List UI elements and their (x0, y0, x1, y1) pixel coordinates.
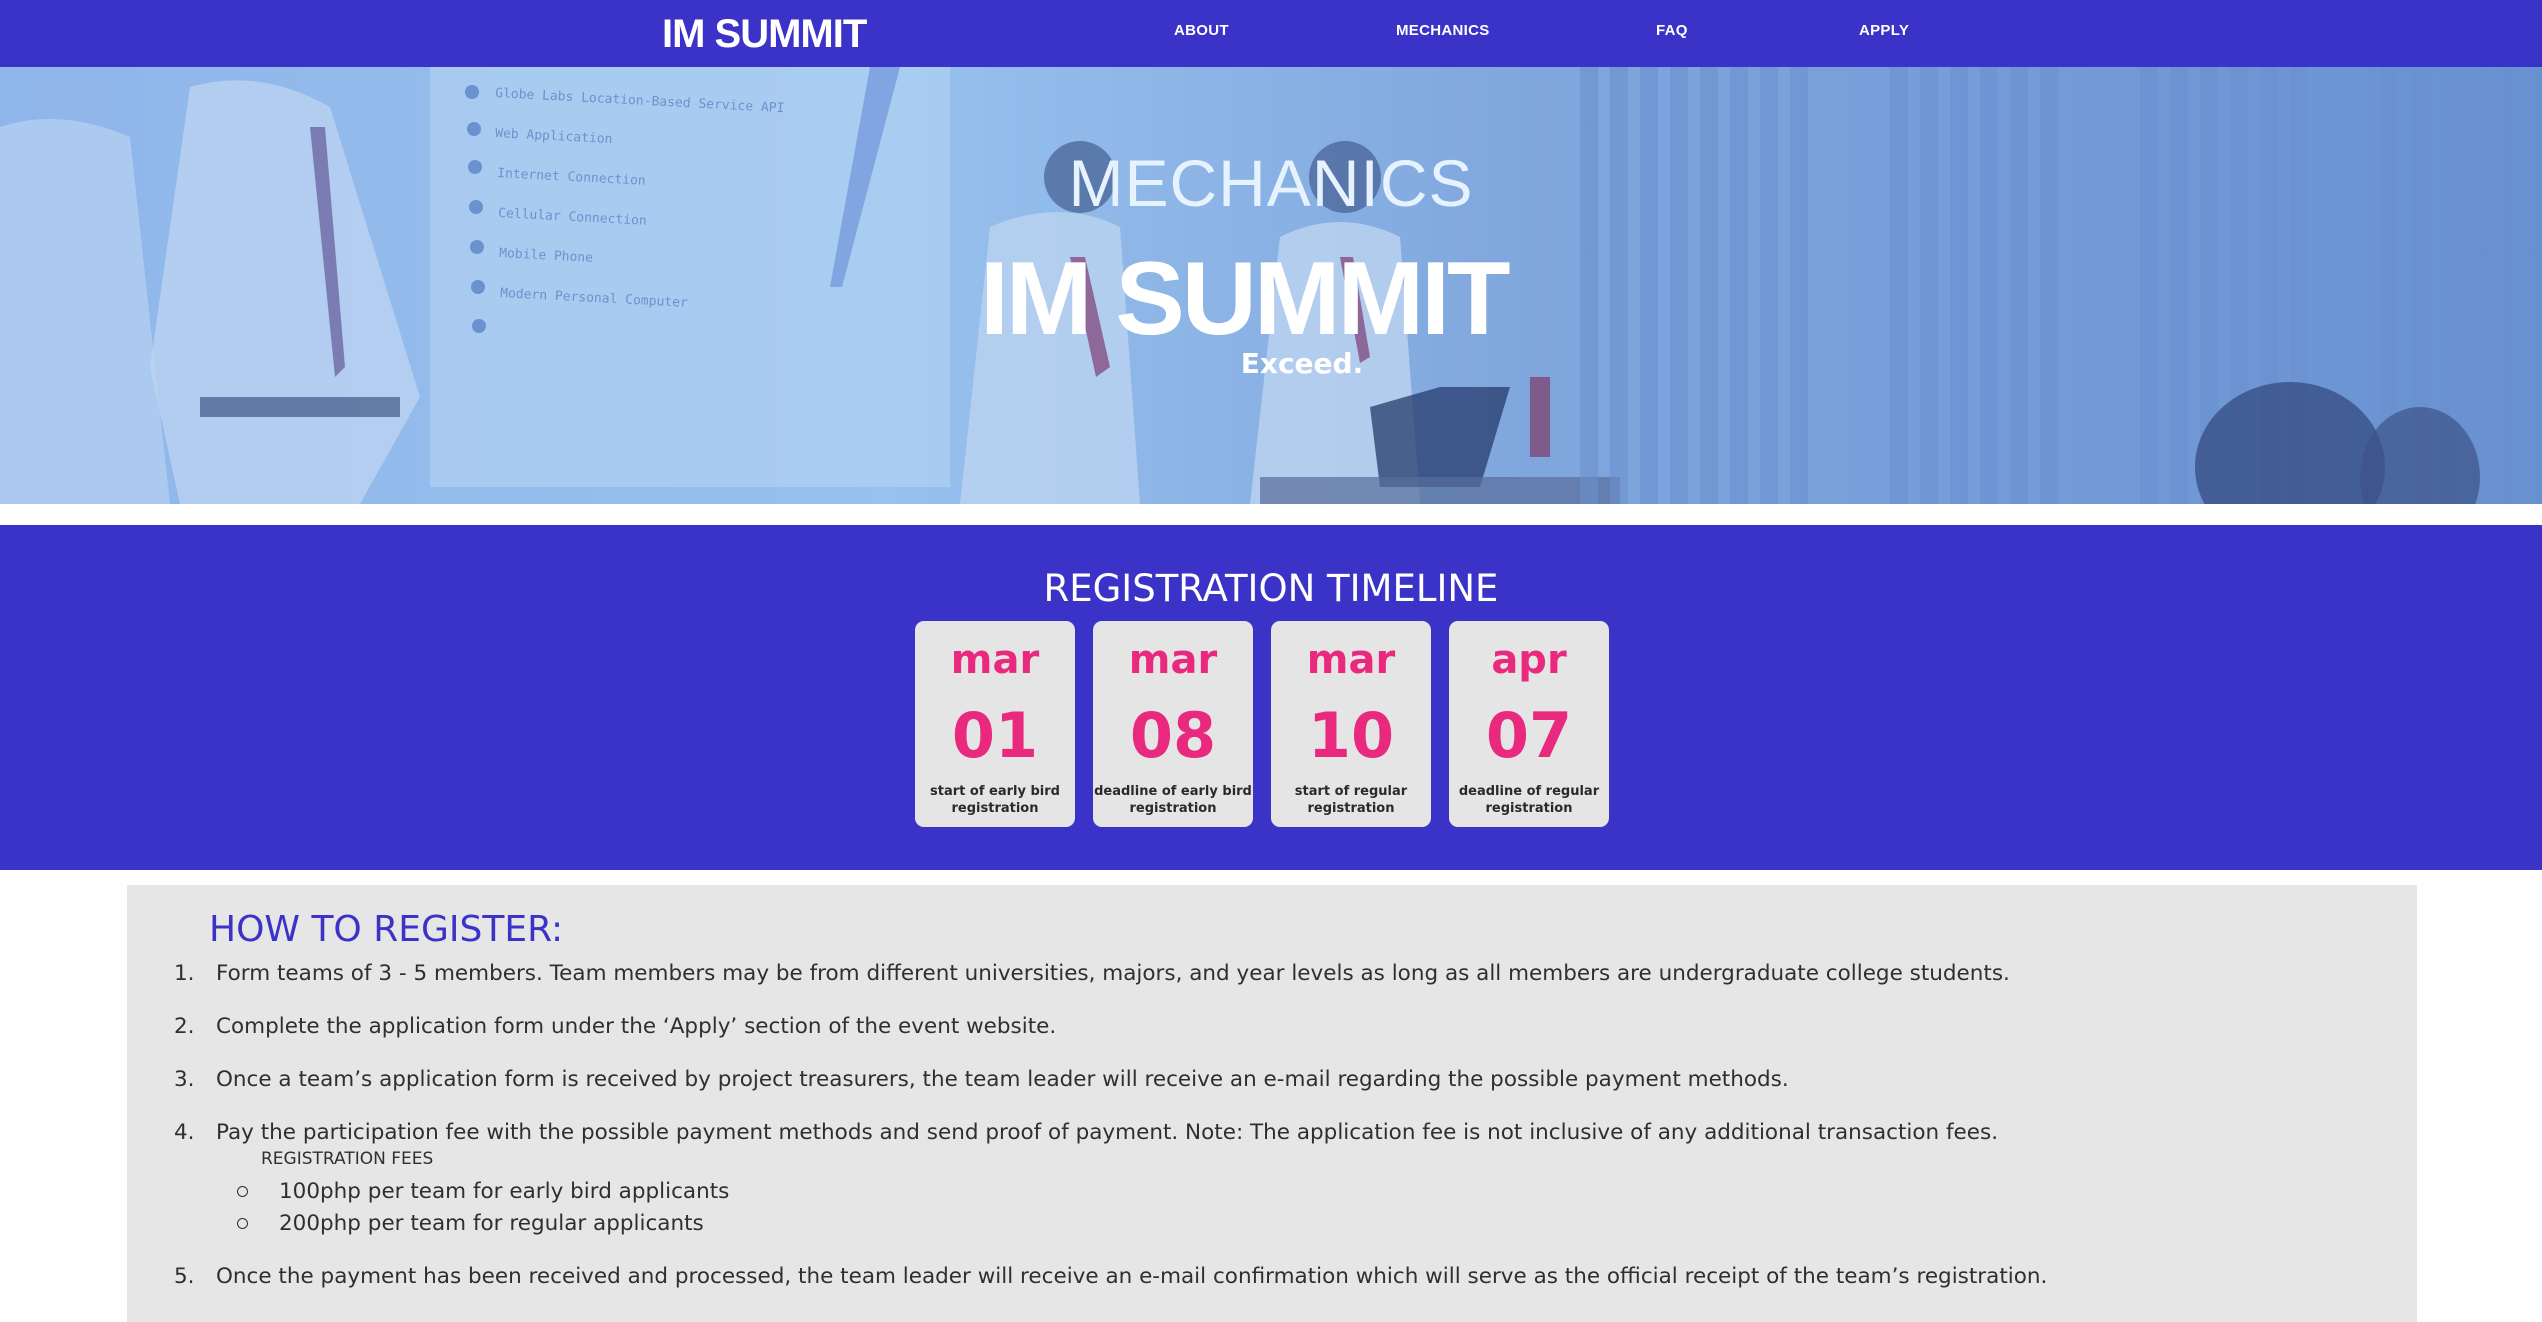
card-month: mar (1306, 637, 1396, 683)
card-description-line: deadline of early bird (1094, 784, 1252, 799)
registration-fees-heading: REGISTRATION FEES (261, 1149, 434, 1169)
timeline-card: mar 08 deadline of early bird registrati… (1093, 621, 1253, 827)
fee-text: 200php per team for regular applicants (279, 1211, 704, 1236)
card-month: mar (950, 637, 1040, 683)
top-navbar: IM SUMMIT ABOUT MECHANICS FAQ APPLY (0, 0, 2542, 67)
circle-bullet-icon (237, 1218, 248, 1229)
how-to-register-section: HOW TO REGISTER: 1. Form teams of 3 - 5 … (127, 885, 2417, 1322)
im-summit-logo[interactable]: IM SUMMIT (660, 8, 920, 58)
card-description-line: registration (1307, 801, 1395, 816)
step-number: 4. (174, 1120, 195, 1145)
step-text: Complete the application form under the … (216, 1014, 1057, 1039)
card-day: 07 (1485, 699, 1573, 772)
step-text: Once the payment has been received and p… (216, 1264, 2048, 1289)
card-month: apr (1491, 637, 1567, 683)
timeline-card: mar 01 start of early bird registration (915, 621, 1075, 827)
step-number: 1. (174, 961, 195, 986)
hero-im-summit-logo: IM SUMMIT (980, 241, 1513, 349)
step-text: Pay the participation fee with the possi… (216, 1120, 1999, 1145)
nav-link-about[interactable]: ABOUT (1174, 22, 1229, 39)
how-to-register-title: HOW TO REGISTER: (209, 909, 564, 950)
card-description-line: registration (1485, 801, 1573, 816)
card-description: deadline of regular registration (1449, 783, 1609, 817)
hero-tagline: Exceed. (1240, 347, 1364, 380)
nav-link-mechanics[interactable]: MECHANICS (1396, 22, 1490, 39)
card-description-line: registration (1129, 801, 1217, 816)
timeline-card: mar 10 start of regular registration (1271, 621, 1431, 827)
card-month: mar (1128, 637, 1218, 683)
card-description: deadline of early bird registration (1093, 783, 1253, 817)
svg-text:IM SUMMIT: IM SUMMIT (980, 241, 1510, 349)
step-number: 5. (174, 1264, 195, 1289)
step-number: 3. (174, 1067, 195, 1092)
card-description-line: registration (951, 801, 1039, 816)
card-day: 08 (1129, 699, 1217, 772)
step-number: 2. (174, 1014, 195, 1039)
card-description: start of regular registration (1271, 783, 1431, 817)
hero-title: MECHANICS (1068, 146, 1474, 220)
registration-timeline-section: REGISTRATION TIMELINE mar 01 start of ea… (0, 525, 2542, 870)
step-text: Once a team’s application form is receiv… (216, 1067, 1789, 1092)
circle-bullet-icon (237, 1186, 248, 1197)
step-text: Form teams of 3 - 5 members. Team member… (216, 961, 2010, 986)
card-description-line: start of regular (1294, 784, 1408, 799)
timeline-card: apr 07 deadline of regular registration (1449, 621, 1609, 827)
card-description-line: start of early bird (930, 784, 1060, 799)
card-day: 10 (1307, 699, 1395, 772)
card-day: 01 (951, 699, 1039, 772)
nav-link-apply[interactable]: APPLY (1859, 22, 1909, 39)
nav-link-faq[interactable]: FAQ (1656, 22, 1688, 39)
card-description: start of early bird registration (915, 783, 1075, 817)
fee-text: 100php per team for early bird applicant… (279, 1179, 730, 1204)
hero-banner: Globe Labs Location-Based Service API We… (0, 67, 2542, 504)
card-description-line: deadline of regular (1458, 784, 1600, 799)
timeline-title: REGISTRATION TIMELINE (1043, 567, 1499, 610)
